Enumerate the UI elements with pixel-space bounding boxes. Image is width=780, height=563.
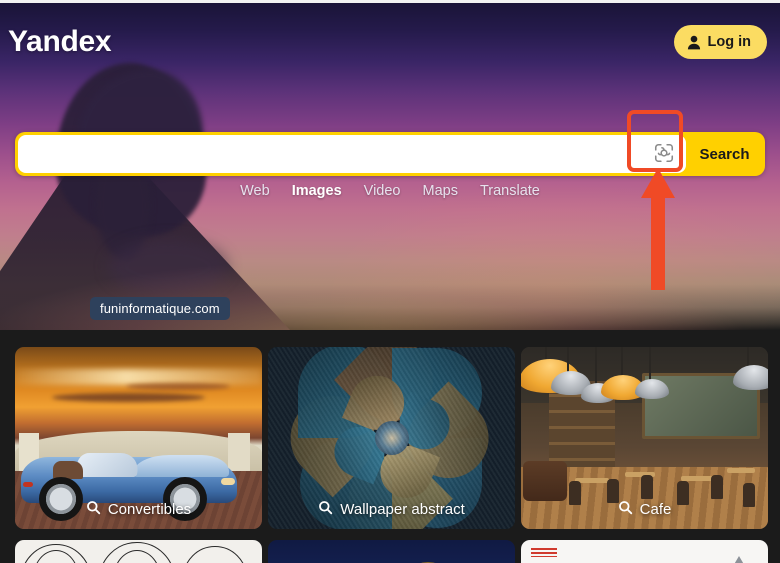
smart-camera-icon [653,142,675,167]
person-icon [687,35,701,50]
card-label-text: Convertibles [107,501,192,518]
service-nav: Web Images Video Maps Translate [0,183,780,199]
page-header: Yandex Log in [0,3,780,75]
magnifier-icon [618,500,633,519]
nav-item-maps[interactable]: Maps [423,183,458,199]
image-card[interactable]: Wallpaper abstract [268,347,515,529]
card-label: Cafe [521,500,768,519]
search-field [18,135,686,173]
image-card[interactable] [268,540,515,563]
card-label: Wallpaper abstract [268,500,515,519]
image-card-grid: Convertibles Wallpaper abstract Cafe [0,330,780,563]
smart-camera-button[interactable] [642,135,686,173]
image-card[interactable] [521,540,768,563]
login-button[interactable]: Log in [673,25,767,59]
search-bar: Search [15,132,765,176]
search-input[interactable] [18,136,642,172]
card-thumbnail-row2-2 [268,540,515,563]
card-thumbnail-row2-1 [15,540,262,563]
card-thumbnail-row2-3 [521,540,768,563]
card-label: Convertibles [15,500,262,519]
nav-item-video[interactable]: Video [364,183,401,199]
yandex-images-page: Yandex Log in Search Web Images Video Ma… [0,0,780,563]
magnifier-icon [318,500,333,519]
browser-top-edge [0,0,780,3]
nav-item-images[interactable]: Images [292,183,342,199]
nav-item-web[interactable]: Web [240,183,270,199]
yandex-logo[interactable]: Yandex [8,25,112,59]
image-card[interactable] [15,540,262,563]
image-card[interactable]: Convertibles [15,347,262,529]
image-card[interactable]: Cafe [521,347,768,529]
volcano-plume-wisp [108,239,228,294]
search-button[interactable]: Search [687,135,762,173]
site-watermark-badge: funinformatique.com [90,297,230,320]
card-label-text: Wallpaper abstract [340,501,465,518]
login-label: Log in [707,34,752,50]
card-label-text: Cafe [639,501,672,518]
nav-item-translate[interactable]: Translate [480,183,540,199]
magnifier-icon [86,500,101,519]
